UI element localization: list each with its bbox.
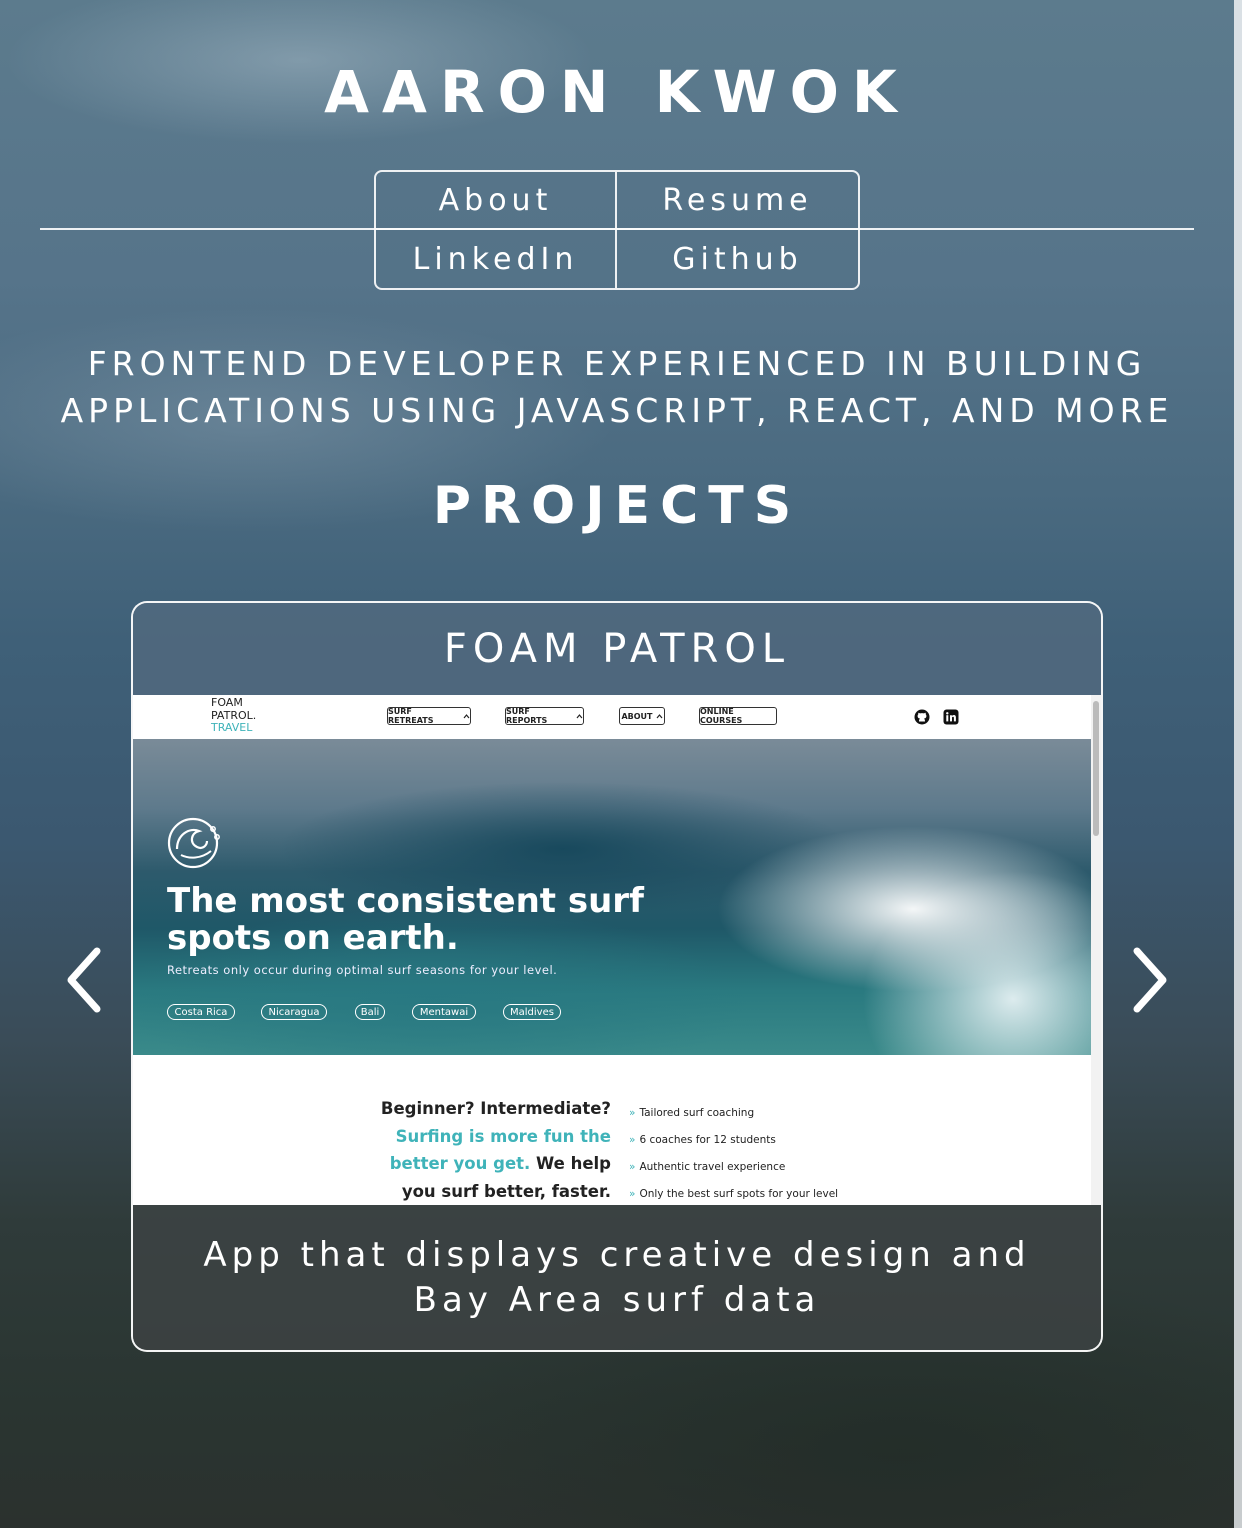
project-title: FOAM PATROL xyxy=(133,603,1101,695)
mini-hero-banner: The most consistent surf spots on earth.… xyxy=(133,739,1091,1055)
mini-chip-nicaragua: Nicaragua xyxy=(261,1004,327,1020)
mini-hero-subtitle: Retreats only occur during optimal surf … xyxy=(167,963,558,977)
browser-scrollbar[interactable] xyxy=(1234,0,1242,1528)
mini-nav-surf-reports: SURF REPORTS xyxy=(505,707,584,725)
site-title: AARON KWOK xyxy=(324,58,910,126)
chevron-right-icon xyxy=(1133,947,1167,1013)
main-nav: About Resume LinkedIn Github xyxy=(374,170,860,290)
mini-site-body: Beginner? Intermediate? Surfing is more … xyxy=(133,1055,1091,1205)
double-chevron-icon: » xyxy=(629,1161,636,1173)
mini-scroll-thumb xyxy=(1093,701,1099,836)
double-chevron-icon: » xyxy=(629,1107,636,1119)
mini-feature-list: » Tailored surf coaching » 6 coaches for 1… xyxy=(629,1100,838,1205)
mini-nav-surf-retreats: SURF RETREATS xyxy=(387,707,471,725)
mini-logo: FOAM PATROL. TRAVEL xyxy=(211,696,256,735)
linkedin-icon xyxy=(943,709,959,725)
mini-nav-about: ABOUT xyxy=(619,707,665,725)
mini-feature-item: » 6 coaches for 12 students xyxy=(629,1127,838,1154)
github-icon xyxy=(914,709,930,725)
projects-heading: PROJECTS xyxy=(432,476,802,536)
carousel-prev-button[interactable] xyxy=(58,940,108,1020)
mini-feature-label: Authentic travel experience xyxy=(639,1161,786,1173)
mini-scrollbar xyxy=(1091,695,1101,1205)
chevron-up-icon xyxy=(463,713,470,718)
nav-linkedin-link[interactable]: LinkedIn xyxy=(376,230,617,288)
mini-chip-maldives: Maldives xyxy=(503,1004,561,1020)
mini-chip-bali: Bali xyxy=(355,1004,385,1020)
mini-nav-label: ABOUT xyxy=(621,711,653,721)
mini-feature-label: Tailored surf coaching xyxy=(639,1107,755,1119)
mini-nav-label: ONLINE COURSES xyxy=(700,707,743,725)
mini-lead-line: Beginner? Intermediate? xyxy=(380,1099,611,1118)
tagline: FRONTEND DEVELOPER EXPERIENCED IN BUILDI… xyxy=(60,344,1174,430)
mini-feature-item: » Tailored surf coaching xyxy=(629,1100,838,1127)
mini-nav-label: SURF RETREATS xyxy=(388,707,434,725)
wave-logo-icon xyxy=(167,817,220,869)
project-screenshot[interactable]: FOAM PATROL. TRAVEL SURF RETREATS SURF R… xyxy=(133,695,1101,1205)
mini-logo-line: TRAVEL xyxy=(211,721,253,734)
chevron-up-icon xyxy=(656,713,662,718)
double-chevron-icon: » xyxy=(629,1188,636,1200)
chevron-up-icon xyxy=(576,713,583,718)
mini-feature-label: Only the best surf spots for your level xyxy=(639,1188,839,1200)
mini-feature-item: » Authentic travel experience xyxy=(629,1154,838,1181)
mini-feature-item: » Only the best surf spots for your level xyxy=(629,1181,838,1205)
double-chevron-icon: » xyxy=(629,1134,636,1146)
project-card[interactable]: FOAM PATROL FOAM PATROL. TRAVEL SURF RET… xyxy=(131,601,1103,1352)
chevron-left-icon xyxy=(67,947,101,1013)
nav-resume-link[interactable]: Resume xyxy=(617,172,858,230)
mini-nav-label: SURF REPORTS xyxy=(506,707,548,725)
carousel-next-button[interactable] xyxy=(1126,940,1176,1020)
nav-about-link[interactable]: About xyxy=(376,172,617,230)
project-description: App that displays creative design and Ba… xyxy=(133,1205,1101,1350)
mini-chip-costa-rica: Costa Rica xyxy=(167,1004,235,1020)
mini-hero-title: The most consistent surf spots on earth. xyxy=(167,881,644,958)
mini-logo-line: FOAM xyxy=(211,696,243,709)
mini-lead-text: Beginner? Intermediate? Surfing is more … xyxy=(373,1095,611,1205)
mini-chip-mentawai: Mentawai xyxy=(412,1004,476,1020)
mini-nav-online-courses: ONLINE COURSES xyxy=(699,707,777,725)
nav-github-link[interactable]: Github xyxy=(617,230,858,288)
mini-feature-label: 6 coaches for 12 students xyxy=(639,1134,776,1146)
mini-site-header: FOAM PATROL. TRAVEL SURF RETREATS SURF R… xyxy=(133,695,1091,740)
